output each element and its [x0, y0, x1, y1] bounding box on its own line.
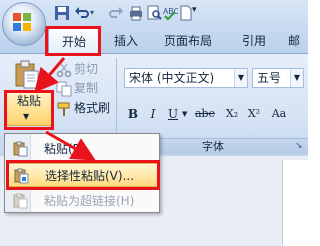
office-logo-icon [13, 13, 31, 31]
arrow-to-paste-special [45, 130, 96, 161]
arrow-to-paste [34, 57, 66, 93]
annotation-arrows [34, 57, 96, 161]
